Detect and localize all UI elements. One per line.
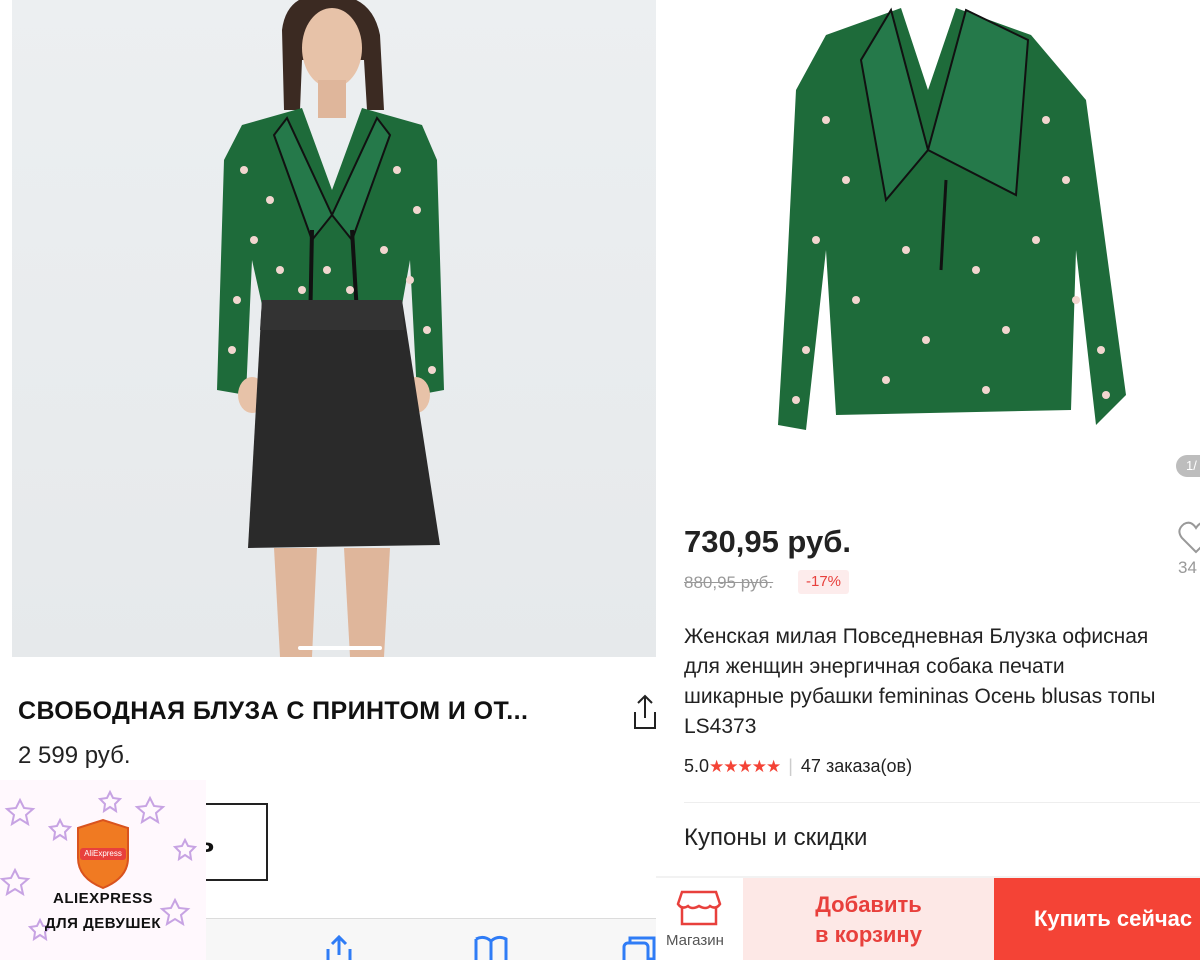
aliexpress-product-panel: 1/ 730,95 руб. 880,95 руб. -17% 34 Женск… — [656, 0, 1200, 960]
sticker-logo-text: AliExpress — [84, 849, 122, 858]
rating-value: 5.0 — [684, 756, 710, 776]
star-pattern — [0, 789, 198, 942]
coupons-section[interactable]: Купоны и скидки — [684, 824, 867, 852]
description-line: Женская милая Повседневная Блузка офисна… — [684, 625, 1149, 648]
old-price: 880,95 руб. — [684, 573, 774, 592]
share-icon[interactable] — [630, 692, 656, 732]
product-description: Женская милая Повседневная Блузка офисна… — [684, 622, 1200, 742]
sticker-line1: ALIEXPRESS — [52, 890, 154, 907]
product-title: СВОБОДНАЯ БЛУЗА С ПРИНТОМ И ОТ... — [18, 697, 529, 725]
tabs-icon[interactable] — [620, 935, 656, 960]
rating-row[interactable]: 5.0★★★★★ | 47 заказа(ов) — [684, 756, 912, 777]
star-rating-icon: ★★★★★ — [709, 757, 781, 776]
browser-toolbar — [206, 918, 656, 960]
carousel-indicator — [298, 646, 382, 650]
add-to-cart-button[interactable]: Добавить в корзину — [743, 878, 994, 960]
heart-icon[interactable] — [1176, 518, 1200, 558]
product-price: 2 599 руб. — [18, 742, 131, 769]
image-counter: 1/ — [1176, 455, 1200, 477]
aliexpress-for-girls-sticker: AliExpress — [0, 780, 206, 960]
wishlist-count: 34 — [1178, 558, 1197, 577]
description-line: LS4373 — [684, 715, 757, 738]
discount-badge: -17% — [798, 570, 850, 594]
model-product-photo[interactable] — [12, 0, 656, 657]
model-illustration — [217, 0, 444, 657]
book-icon[interactable] — [472, 935, 510, 960]
sticker-line2: ДЛЯ ДЕВУШЕК — [44, 915, 162, 932]
buy-now-label: Купить сейчас — [1034, 906, 1193, 931]
description-line: шикарные рубашки femininas Осень blusas … — [684, 685, 1156, 708]
share-icon[interactable] — [320, 934, 358, 960]
store-label: Магазин — [666, 932, 724, 949]
product-price: 730,95 руб. — [684, 524, 851, 559]
description-line: для женщин энергичная собака печати — [684, 655, 1065, 678]
blouse-illustration — [778, 7, 1126, 430]
divider — [684, 802, 1200, 803]
add-to-cart-label-1: Добавить — [815, 892, 922, 917]
orders-count: 47 заказа(ов) — [800, 756, 913, 776]
product-photo[interactable] — [656, 0, 1200, 498]
buy-now-button[interactable]: Купить сейчас — [994, 878, 1200, 960]
add-to-cart-label-2: в корзину — [815, 922, 922, 947]
